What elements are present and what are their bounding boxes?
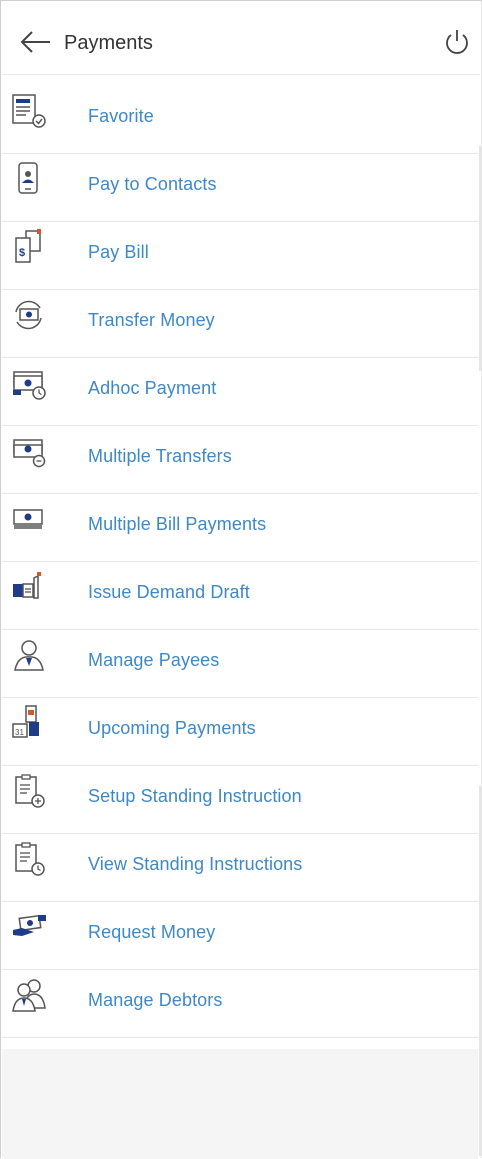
favorite-document-icon — [12, 94, 46, 128]
arrow-left-icon[interactable] — [14, 24, 54, 64]
menu-item-pay-bill[interactable]: $ Pay Bill — [2, 222, 478, 290]
menu-item-label: Setup Standing Instruction — [88, 786, 302, 806]
payments-menu-list: Favorite Pay to Contacts $ Pay Bill Tran… — [2, 86, 478, 1038]
svg-text:$: $ — [19, 247, 25, 259]
menu-item-manage-payees[interactable]: Manage Payees — [2, 630, 478, 698]
menu-item-label: Manage Payees — [88, 650, 220, 670]
menu-item-label: Adhoc Payment — [88, 378, 217, 398]
calendar-payment-icon: 31 — [12, 705, 39, 738]
phone-contact-icon — [18, 162, 38, 194]
page-title: Payments — [64, 32, 153, 54]
menu-item-manage-debtors[interactable]: Manage Debtors — [2, 970, 478, 1038]
power-icon[interactable] — [443, 26, 471, 56]
transfer-cycle-icon — [15, 300, 42, 330]
hand-cash-icon — [13, 914, 46, 936]
menu-item-label: Multiple Transfers — [88, 446, 232, 466]
menu-item-label: Upcoming Payments — [88, 718, 256, 738]
menu-item-label: Manage Debtors — [88, 990, 223, 1010]
menu-item-label: Favorite — [88, 106, 154, 126]
cash-clock-icon — [13, 371, 46, 400]
menu-item-label: Pay to Contacts — [88, 174, 217, 194]
menu-item-label: Pay Bill — [88, 242, 149, 262]
debtors-people-icon — [12, 979, 46, 1012]
menu-item-label: Issue Demand Draft — [88, 582, 250, 602]
menu-item-issue-demand-draft[interactable]: Issue Demand Draft — [2, 562, 478, 630]
menu-item-favorite[interactable]: Favorite — [2, 86, 478, 154]
bill-dollar-icon: $ — [15, 229, 41, 263]
svg-text:31: 31 — [15, 728, 24, 737]
menu-item-view-standing-instructions[interactable]: View Standing Instructions — [2, 834, 478, 902]
demand-draft-icon — [13, 572, 41, 599]
cash-stack-icon — [13, 439, 46, 468]
menu-item-transfer-money[interactable]: Transfer Money — [2, 290, 478, 358]
header: Payments — [2, 2, 480, 75]
menu-item-label: View Standing Instructions — [88, 854, 303, 874]
menu-item-adhoc-payment[interactable]: Adhoc Payment — [2, 358, 478, 426]
menu-item-label: Request Money — [88, 922, 216, 942]
clipboard-clock-icon — [15, 842, 45, 876]
payee-person-icon — [14, 640, 44, 671]
clipboard-add-icon — [15, 774, 45, 808]
menu-item-setup-standing-instruction[interactable]: Setup Standing Instruction — [2, 766, 478, 834]
menu-item-upcoming-payments[interactable]: 31 Upcoming Payments — [2, 698, 478, 766]
menu-item-label: Transfer Money — [88, 310, 215, 330]
menu-item-pay-to-contacts[interactable]: Pay to Contacts — [2, 154, 478, 222]
cash-bill-icon — [13, 509, 43, 529]
menu-item-multiple-bill-payments[interactable]: Multiple Bill Payments — [2, 494, 478, 562]
menu-item-request-money[interactable]: Request Money — [2, 902, 478, 970]
payments-panel: Payments Favorite Pay to Contacts $ Pay … — [0, 0, 482, 1159]
menu-item-label: Multiple Bill Payments — [88, 514, 267, 534]
menu-item-multiple-transfers[interactable]: Multiple Transfers — [2, 426, 478, 494]
empty-area — [2, 1049, 478, 1159]
